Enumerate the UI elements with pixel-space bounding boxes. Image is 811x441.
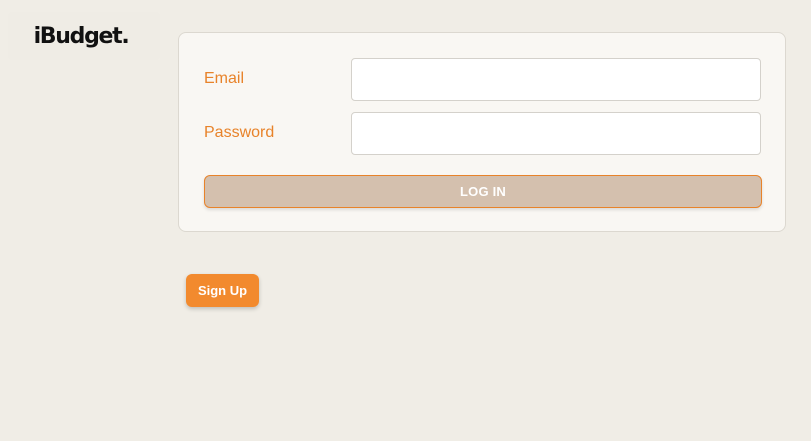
password-label: Password — [204, 124, 275, 141]
email-label: Email — [204, 70, 245, 87]
brand-logo-text: iBudget. — [33, 24, 130, 49]
login-form: Email Password LOG IN — [178, 32, 786, 232]
email-field[interactable] — [351, 58, 761, 101]
signup-button[interactable]: Sign Up — [186, 274, 259, 307]
brand-logo: iBudget. — [8, 12, 160, 60]
login-button[interactable]: LOG IN — [204, 175, 762, 208]
password-field[interactable] — [351, 112, 761, 155]
